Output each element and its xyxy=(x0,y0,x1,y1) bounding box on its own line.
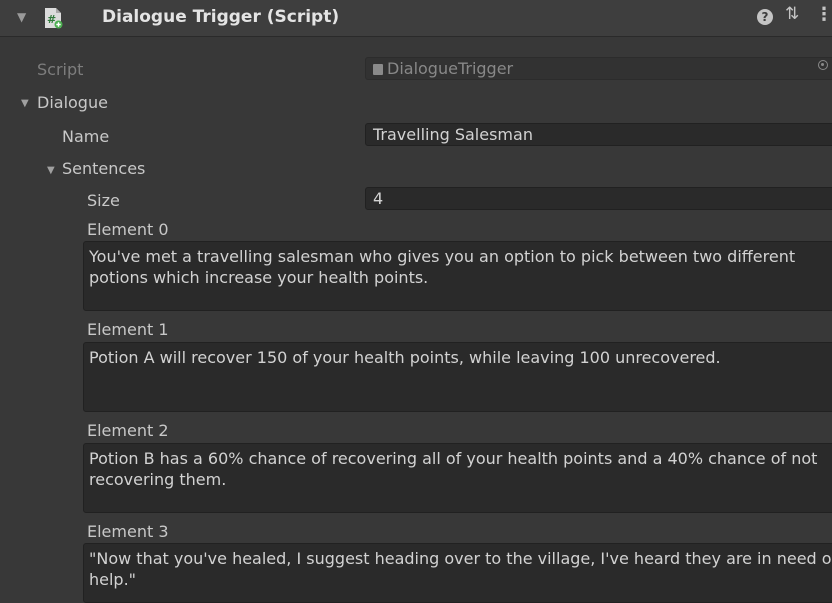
name-input[interactable]: Travelling Salesman xyxy=(365,123,832,146)
element-3-textarea[interactable]: "Now that you've healed, I suggest headi… xyxy=(83,543,832,603)
component-title[interactable]: Dialogue Trigger (Script) xyxy=(102,7,339,27)
name-label: Name xyxy=(62,127,110,146)
script-field: DialogueTrigger xyxy=(365,57,832,80)
object-picker-icon[interactable] xyxy=(818,60,828,70)
dialogue-label[interactable]: Dialogue xyxy=(37,93,108,112)
script-field-value: DialogueTrigger xyxy=(387,59,514,78)
element-0-textarea[interactable]: You've met a travelling salesman who giv… xyxy=(83,241,832,311)
sentences-label[interactable]: Sentences xyxy=(62,159,145,178)
preset-sliders-icon[interactable]: ⇅ xyxy=(785,4,799,24)
help-icon[interactable]: ? xyxy=(757,9,773,25)
csharp-script-icon: # xyxy=(45,8,63,29)
element-0-label: Element 0 xyxy=(87,220,169,239)
component-header[interactable]: ▼ # Dialogue Trigger (Script) ? ⇅ ⋮ xyxy=(0,0,832,37)
script-label: Script xyxy=(37,60,84,79)
dialogue-foldout-icon[interactable]: ▼ xyxy=(21,98,29,109)
element-3-label: Element 3 xyxy=(87,522,169,541)
size-input[interactable]: 4 xyxy=(365,187,832,210)
kebab-menu-icon[interactable]: ⋮ xyxy=(815,4,832,25)
element-2-textarea[interactable]: Potion B has a 60% chance of recovering … xyxy=(83,443,832,513)
script-file-icon xyxy=(373,64,383,75)
element-1-textarea[interactable]: Potion A will recover 150 of your health… xyxy=(83,342,832,412)
element-1-label: Element 1 xyxy=(87,320,169,339)
element-2-label: Element 2 xyxy=(87,421,169,440)
sentences-foldout-icon[interactable]: ▼ xyxy=(47,165,55,176)
size-label: Size xyxy=(87,191,120,210)
foldout-arrow-icon[interactable]: ▼ xyxy=(17,10,26,24)
